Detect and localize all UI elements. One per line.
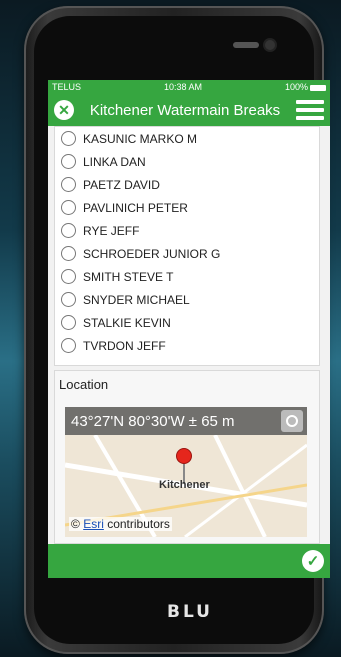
list-item-label: KASUNIC MARKO M (83, 131, 198, 146)
radio-button[interactable] (61, 338, 76, 353)
list-item-label: SCHROEDER JUNIOR G (83, 246, 221, 261)
location-map[interactable]: 43°27'N 80°30'W ± 65 m Kitchener © Esri … (65, 407, 307, 537)
list-item[interactable]: RYE JEFF (55, 219, 319, 242)
location-label: Location (59, 377, 109, 392)
menu-icon-bar (296, 108, 324, 112)
status-bar: TELUS 10:38 AM 100% (48, 80, 330, 94)
list-item[interactable]: TVRDON JEFF (55, 334, 319, 357)
list-item[interactable]: PAVLINICH PETER (55, 196, 319, 219)
attribution-suffix: contributors (107, 517, 170, 531)
esri-link[interactable]: Esri (83, 517, 104, 531)
list-item[interactable]: PAETZ DAVID (55, 173, 319, 196)
radio-button[interactable] (61, 154, 76, 169)
page-title: Kitchener Watermain Breaks (89, 101, 281, 119)
map-attribution: © Esri contributors (69, 517, 172, 531)
radio-button[interactable] (61, 200, 76, 215)
list-item[interactable]: SMITH STEVE T (55, 265, 319, 288)
map-pin-icon (177, 449, 191, 463)
battery-percent: 100% (284, 82, 308, 92)
list-item-label: LINKA DAN (83, 154, 146, 169)
list-item[interactable]: SCHROEDER JUNIOR G (55, 242, 319, 265)
menu-icon-bar (296, 100, 324, 104)
submit-button[interactable]: ✓ (302, 550, 324, 572)
bottom-bar: ✓ (48, 544, 330, 578)
radio-button[interactable] (61, 292, 76, 307)
radio-button[interactable] (61, 177, 76, 192)
menu-button[interactable] (296, 100, 324, 120)
coordinates-readout: 43°27'N 80°30'W ± 65 m (71, 412, 235, 430)
check-icon: ✓ (306, 553, 320, 570)
radio-button[interactable] (61, 315, 76, 330)
carrier-label: TELUS (52, 82, 82, 92)
location-card: Location 43°27'N 80°30'W ± 65 m Kitchene… (54, 370, 320, 544)
list-item-label: PAVLINICH PETER (83, 200, 188, 215)
list-item-label: SMITH STEVE T (83, 269, 174, 284)
locate-button[interactable] (281, 410, 303, 432)
map-city-label: Kitchener (159, 479, 210, 491)
list-item[interactable]: KASUNIC MARKO M (55, 127, 319, 150)
menu-icon-bar (296, 116, 324, 120)
list-item[interactable]: SNYDER MICHAEL (55, 288, 319, 311)
name-list: KASUNIC MARKO M LINKA DAN PAETZ DAVID PA… (54, 126, 320, 366)
radio-button[interactable] (61, 269, 76, 284)
clock: 10:38 AM (163, 82, 202, 92)
radio-button[interactable] (61, 223, 76, 238)
list-item[interactable]: LINKA DAN (55, 150, 319, 173)
list-item-label: TVRDON JEFF (83, 338, 166, 353)
list-item-label: SNYDER MICHAEL (83, 292, 190, 307)
crosshair-icon (286, 415, 298, 427)
list-item[interactable]: STALKIE KEVIN (55, 311, 319, 334)
coordinates-bar: 43°27'N 80°30'W ± 65 m (65, 407, 307, 435)
list-item-label: PAETZ DAVID (83, 177, 160, 192)
radio-button[interactable] (61, 246, 76, 261)
front-camera (265, 40, 275, 50)
device-brand: BLU (167, 602, 213, 622)
battery-icon (309, 84, 326, 91)
copyright-symbol: © (71, 517, 80, 531)
radio-button[interactable] (61, 131, 76, 146)
app-screen: TELUS 10:38 AM 100% ✕ Kitchener Watermai… (48, 80, 330, 578)
app-bar: ✕ Kitchener Watermain Breaks (48, 94, 330, 126)
close-icon: ✕ (58, 101, 70, 118)
speaker-grille (233, 42, 259, 48)
list-item-label: STALKIE KEVIN (83, 315, 171, 330)
list-item-label: RYE JEFF (83, 223, 140, 238)
battery-indicator: 100% (285, 82, 326, 92)
close-button[interactable]: ✕ (54, 100, 74, 120)
